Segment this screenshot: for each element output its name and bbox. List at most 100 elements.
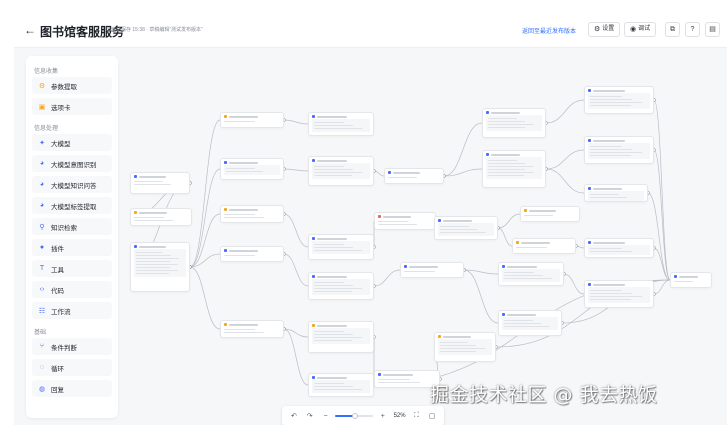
- node-body: [131, 180, 189, 189]
- workflow-node[interactable]: [584, 238, 654, 258]
- sidebar-item[interactable]: ◍ 回复: [32, 380, 112, 397]
- workflow-node[interactable]: [584, 184, 648, 202]
- edge-line: [283, 119, 309, 125]
- node-text-line: [504, 325, 551, 327]
- workflow-node[interactable]: [384, 168, 444, 184]
- node-text-line: [516, 246, 547, 248]
- node-type-icon: [378, 373, 381, 376]
- restore-published-link[interactable]: 返回至最近发布版本: [522, 26, 576, 35]
- intent-icon: ◕: [39, 160, 45, 167]
- node-header: [385, 169, 443, 175]
- node-title-placeholder: [138, 175, 166, 178]
- undo-icon[interactable]: ↶: [286, 412, 302, 420]
- sidebar-item[interactable]: ⚲ 知识检索: [32, 218, 112, 235]
- node-header: [375, 371, 439, 377]
- node-text-line: [590, 289, 622, 291]
- zoom-slider[interactable]: [335, 413, 373, 419]
- node-title-placeholder: [316, 237, 347, 240]
- sidebar-item[interactable]: ☷ 工作流: [32, 302, 112, 319]
- workflow-node[interactable]: [308, 234, 374, 260]
- zoom-in-icon[interactable]: +: [375, 413, 391, 420]
- edge-line: [463, 269, 499, 324]
- workflow-node[interactable]: [512, 238, 576, 254]
- sidebar-item[interactable]: ◌ 循环: [32, 359, 112, 376]
- sidebar-item[interactable]: ◕ 大模型标签提取: [32, 197, 112, 214]
- workflow-node[interactable]: [308, 112, 374, 136]
- workflow-node[interactable]: [308, 272, 374, 300]
- workflow-node[interactable]: [220, 320, 284, 338]
- node-text-line: [314, 339, 353, 341]
- node-title-placeholder: [592, 187, 622, 190]
- sidebar-item[interactable]: ◕ 大模型意图识别: [32, 155, 112, 172]
- node-text-line: [504, 277, 553, 279]
- workflow-node[interactable]: [498, 262, 564, 286]
- workflow-canvas[interactable]: [122, 50, 727, 425]
- node-body: [588, 191, 644, 201]
- workflow-node[interactable]: [220, 205, 284, 223]
- debug-label: 调试: [638, 26, 651, 32]
- node-type-icon: [588, 89, 591, 92]
- node-type-icon: [388, 171, 391, 174]
- node-text-line: [136, 269, 178, 271]
- node-type-icon: [588, 283, 591, 286]
- workflow-node[interactable]: [584, 136, 654, 164]
- redo-icon[interactable]: ↷: [302, 412, 318, 420]
- workflow-node[interactable]: [482, 150, 546, 188]
- minimap-icon[interactable]: ▢: [424, 412, 440, 420]
- tab-icon: ▣: [38, 103, 46, 111]
- workflow-node[interactable]: [130, 208, 192, 226]
- workflow-node[interactable]: [584, 86, 654, 114]
- sidebar-item-label: 选项卡: [51, 104, 71, 112]
- workflow-node[interactable]: [584, 280, 654, 308]
- workflow-node[interactable]: [130, 242, 190, 292]
- workflow-node[interactable]: [308, 321, 374, 353]
- help-icon[interactable]: ?: [685, 22, 700, 37]
- fit-view-icon[interactable]: ⛶: [408, 412, 424, 420]
- sidebar-item[interactable]: ✦ 大模型: [32, 134, 112, 151]
- workflow-node[interactable]: [130, 172, 190, 194]
- zoom-slider-handle[interactable]: [352, 413, 359, 419]
- node-title-placeholder: [228, 323, 258, 326]
- sidebar-item-label: 工作流: [51, 308, 71, 316]
- node-text-line: [504, 271, 534, 273]
- copy-icon[interactable]: ⧉: [665, 22, 680, 37]
- node-type-icon: [312, 159, 315, 162]
- workflow-node[interactable]: [498, 310, 562, 336]
- node-text-line: [404, 270, 435, 272]
- debug-button[interactable]: ◉ 调试: [624, 22, 657, 37]
- sidebar-item-label: 代码: [51, 287, 64, 295]
- sidebar-item[interactable]: ⚙ 参数提取: [32, 77, 112, 94]
- workflow-node[interactable]: [220, 246, 284, 262]
- workflow-node[interactable]: [400, 262, 464, 278]
- sidebar-item[interactable]: ▣ 选项卡: [32, 98, 112, 115]
- sidebar-item[interactable]: ‹› 代码: [32, 281, 112, 298]
- settings-button[interactable]: ⚙ 设置: [588, 22, 621, 37]
- zoom-out-icon[interactable]: −: [318, 413, 334, 420]
- workflow-node[interactable]: [220, 158, 284, 180]
- workflow-node[interactable]: [308, 373, 374, 397]
- edge-line: [189, 119, 221, 268]
- node-text-line: [314, 281, 344, 283]
- sidebar-item[interactable]: ◕ 大模型知识问答: [32, 176, 112, 193]
- node-type-icon: [588, 241, 591, 244]
- workflow-node[interactable]: [434, 332, 496, 362]
- node-text-line: [314, 287, 363, 289]
- arrow-left-icon[interactable]: ←: [24, 23, 36, 37]
- node-header: [375, 213, 435, 219]
- workflow-node[interactable]: [520, 206, 580, 222]
- workflow-node[interactable]: [220, 112, 284, 128]
- sidebar-item[interactable]: ● 插件: [32, 239, 112, 256]
- workflow-node[interactable]: [670, 272, 712, 288]
- workflow-node[interactable]: [374, 212, 436, 230]
- sidebar-item[interactable]: ⑂ 条件判断: [32, 338, 112, 355]
- node-type-icon: [378, 215, 381, 218]
- node-text-line: [590, 148, 632, 150]
- sidebar-section-title: 基础: [34, 330, 47, 336]
- workflow-node[interactable]: [434, 216, 498, 240]
- document-icon[interactable]: ▤: [705, 22, 720, 37]
- sidebar-item[interactable]: T 工具: [32, 260, 112, 277]
- workflow-node[interactable]: [482, 108, 546, 138]
- workflow-node[interactable]: [308, 156, 374, 186]
- node-text-line: [440, 341, 468, 343]
- node-text-line: [136, 251, 163, 253]
